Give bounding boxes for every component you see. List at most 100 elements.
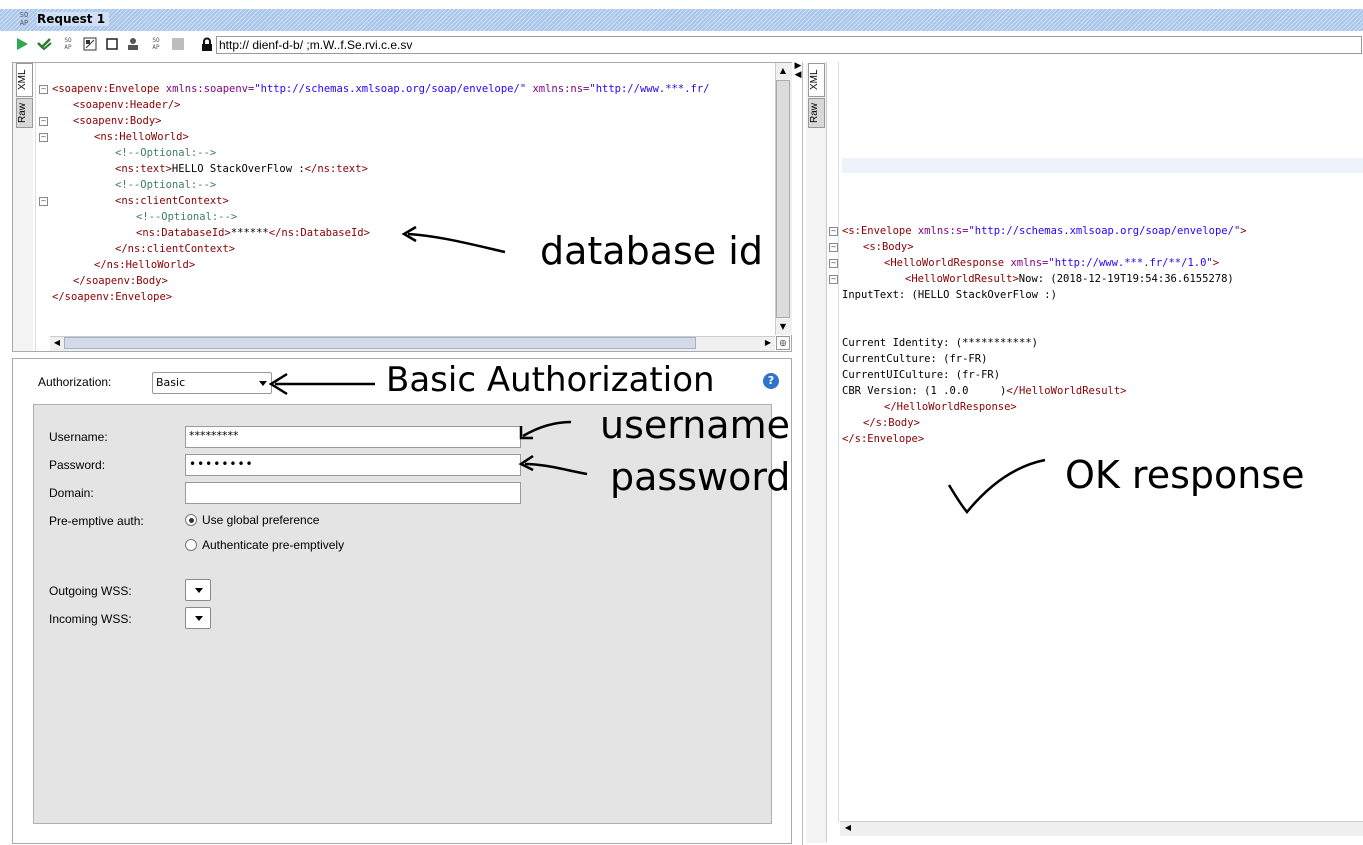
- xml-token: xmlns=: [1010, 257, 1049, 269]
- request-tab-raw[interactable]: Raw: [16, 98, 33, 128]
- password-input[interactable]: ••••••••: [185, 454, 521, 476]
- splitter-arrows-icon[interactable]: ▶ ◀: [794, 62, 802, 82]
- annotation-username: username: [600, 403, 790, 447]
- scroll-right-icon[interactable]: ▶: [762, 337, 774, 349]
- arrow-annotation-username: [519, 420, 572, 440]
- xml-token: CBR Version: (1 .0.0 ): [842, 385, 1007, 397]
- xml-line: <soapenv:Body>: [73, 113, 162, 129]
- fold-toggle-icon[interactable]: −: [39, 197, 48, 206]
- xml-token: xmlns:ns=: [532, 83, 590, 95]
- xml-token: CurrentUICulture: (fr-FR): [842, 369, 1001, 381]
- scroll-left-icon[interactable]: ◀: [51, 337, 63, 349]
- xml-token: xmlns:s=: [917, 225, 969, 237]
- window-title: Request 1: [37, 12, 110, 26]
- xml-token: <HelloWorldResult>: [905, 273, 1019, 285]
- annotation-password: password: [610, 455, 791, 499]
- annotation-database-id: database id: [540, 229, 763, 273]
- soap-request-icon: SO AP: [19, 11, 29, 27]
- fold-toggle-icon[interactable]: −: [829, 227, 838, 236]
- xml-token: <ns:clientContext>: [115, 195, 229, 207]
- xml-line: InputText: (HELLO StackOverFlow :): [842, 287, 1057, 303]
- scroll-up-icon[interactable]: ▲: [776, 64, 790, 78]
- xml-line: <HelloWorldResult>Now: (2018-12-19T19:54…: [905, 271, 1234, 287]
- response-horizontal-scrollbar[interactable]: [840, 821, 1363, 836]
- xml-token: Current Identity: (***********): [842, 337, 1038, 349]
- incoming-wss-label: Incoming WSS:: [49, 612, 132, 626]
- domain-input[interactable]: [185, 482, 521, 504]
- create-test-case-icon[interactable]: [83, 37, 97, 51]
- xml-token: </ns:clientContext>: [115, 243, 236, 255]
- soap-action-icon[interactable]: SO AP: [61, 37, 75, 51]
- xml-token: </HelloWorldResult>: [1006, 385, 1127, 397]
- fold-toggle-icon[interactable]: −: [829, 259, 838, 268]
- authorization-label: Authorization:: [38, 375, 112, 389]
- xml-token: </s:Body>: [863, 417, 920, 429]
- annotation-basic-authorization: Basic Authorization: [386, 360, 715, 400]
- xml-line: <soapenv:Header/>: [73, 97, 180, 113]
- option-global-preference[interactable]: Use global preference: [202, 513, 319, 527]
- request-tab-xml[interactable]: XML: [16, 63, 33, 97]
- fold-toggle-icon[interactable]: −: [829, 275, 838, 284]
- xml-line: CBR Version: (1 .0.0 )</HelloWorldResult…: [842, 383, 1126, 399]
- authorization-select[interactable]: Basic: [152, 372, 272, 394]
- scroll-down-icon[interactable]: ▼: [776, 320, 790, 334]
- radio-selected-dot: [188, 517, 194, 523]
- xml-line: </s:Body>: [863, 415, 920, 431]
- response-line-highlight: [842, 158, 1363, 173]
- stop-icon[interactable]: [105, 37, 119, 51]
- xml-line: <ns:clientContext>: [115, 193, 229, 209]
- soap-version-icon[interactable]: SO AP: [149, 37, 163, 51]
- arrow-annotation-password: [518, 454, 588, 476]
- fold-toggle-icon[interactable]: −: [829, 243, 838, 252]
- response-xml-viewer[interactable]: <s:Envelope xmlns:s="http://schemas.xmls…: [842, 223, 1363, 463]
- incoming-wss-select[interactable]: [185, 607, 211, 629]
- xml-line: CurrentCulture: (fr-FR): [842, 351, 987, 367]
- password-label: Password:: [49, 458, 106, 472]
- xml-line: <ns:HelloWorld>: [94, 129, 189, 145]
- radio-authenticate-preemptively[interactable]: [185, 539, 197, 551]
- xml-token: </ns:HelloWorld>: [94, 259, 196, 271]
- response-tab-raw[interactable]: Raw: [808, 98, 825, 128]
- xml-token: <ns:DatabaseId>: [136, 227, 231, 239]
- request-hscroll-thumb[interactable]: [64, 337, 696, 349]
- window-title-bar: [0, 9, 1363, 31]
- outgoing-wss-select[interactable]: [185, 579, 211, 601]
- xml-token: <ns:text>: [115, 163, 172, 175]
- endpoint-url-input[interactable]: http:// dienf-d-b/ ;m.W..f.Se.rvi.c.e.sv: [216, 36, 1362, 54]
- fold-toggle-icon[interactable]: −: [39, 85, 48, 94]
- xml-token: xmlns:soapenv=: [165, 83, 255, 95]
- disabled-square-icon: [171, 37, 185, 51]
- response-tab-xml[interactable]: XML: [808, 63, 825, 97]
- submit-to-endpoints-icon[interactable]: [37, 37, 52, 51]
- arrow-annotation-basic: [268, 372, 375, 396]
- user-icon[interactable]: [126, 37, 140, 51]
- lock-icon[interactable]: [200, 37, 214, 51]
- run-icon[interactable]: [15, 37, 29, 51]
- xml-token: </ns:text>: [304, 163, 368, 175]
- annotation-ok-response: OK response: [1065, 453, 1305, 497]
- help-icon[interactable]: ?: [763, 373, 779, 389]
- xml-line: </ns:HelloWorld>: [94, 257, 195, 273]
- request-xml-editor[interactable]: <soapenv:Envelope xmlns:soapenv="http://…: [52, 81, 774, 335]
- authorization-select-value: Basic: [156, 376, 186, 389]
- panel-splitter[interactable]: [802, 62, 803, 845]
- xml-line: <!--Optional:-->: [115, 177, 216, 193]
- xml-token: <!--Optional:-->: [115, 179, 217, 191]
- scroll-left-icon[interactable]: ◀: [842, 822, 854, 834]
- fold-toggle-icon[interactable]: −: [39, 117, 48, 126]
- xml-token: <!--Optional:-->: [136, 211, 238, 223]
- option-authenticate-preemptively[interactable]: Authenticate pre-emptively: [202, 538, 344, 552]
- fold-toggle-icon[interactable]: −: [39, 133, 48, 142]
- xml-token: <HelloWorldResponse: [884, 257, 1011, 269]
- xml-line: Current Identity: (***********): [842, 335, 1038, 351]
- request-scroll-thumb[interactable]: [776, 80, 790, 318]
- xml-token: </soapenv:Envelope>: [52, 291, 173, 303]
- xml-line: <!--Optional:-->: [115, 145, 216, 161]
- xml-token: "http://schemas.xmlsoap.org/soap/envelop…: [968, 225, 1241, 237]
- xml-token: <soapenv:Header/>: [73, 99, 181, 111]
- username-input[interactable]: *********: [185, 426, 521, 448]
- radio-global-preference[interactable]: [185, 514, 197, 526]
- xml-token: <soapenv:Body>: [73, 115, 162, 127]
- zoom-corner-icon[interactable]: ◎: [776, 336, 790, 350]
- xml-line: <HelloWorldResponse xmlns="http://www.**…: [884, 255, 1219, 271]
